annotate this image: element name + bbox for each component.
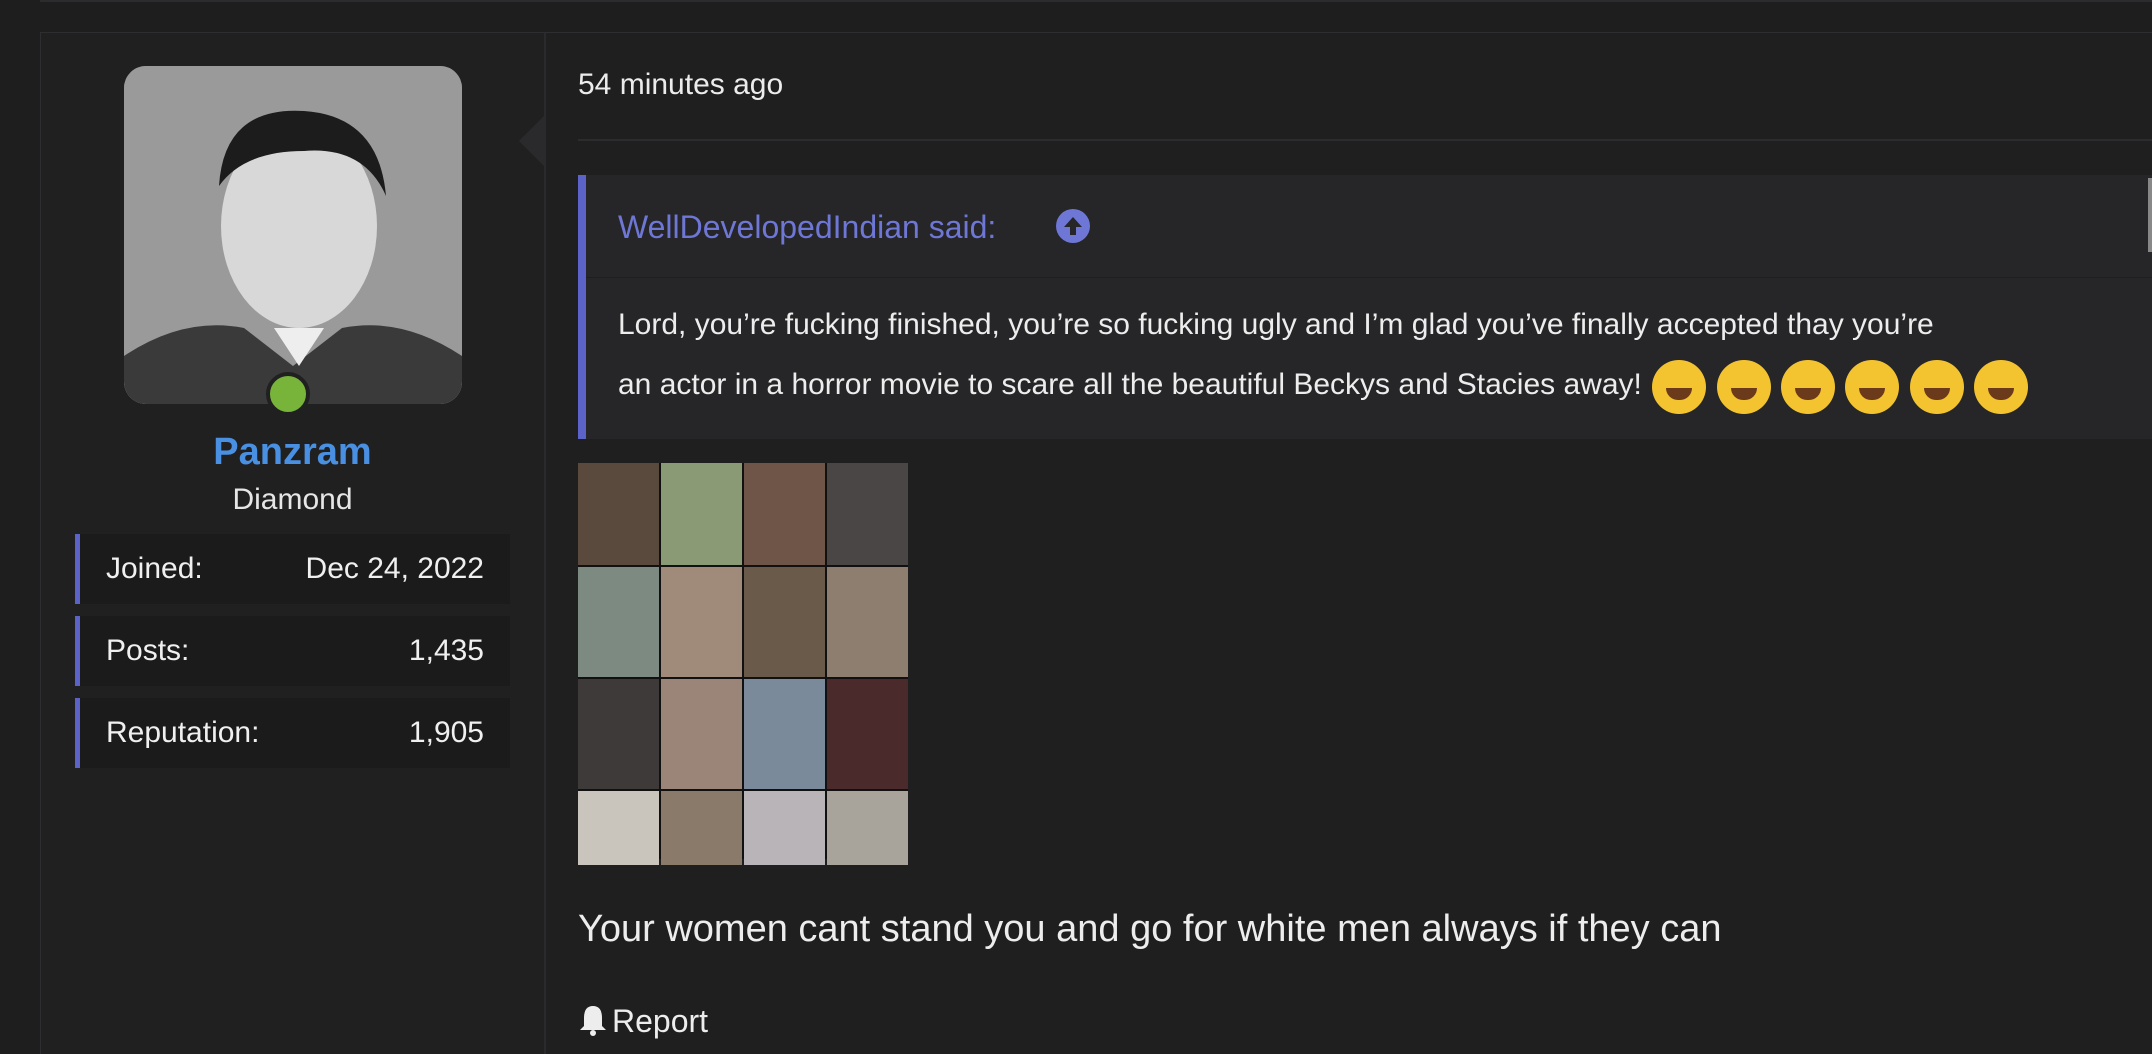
scrollbar-thumb[interactable] (2148, 178, 2152, 252)
collage-tile (661, 791, 742, 865)
quote-header: WellDevelopedIndian said: (586, 175, 2152, 278)
attached-image-collage[interactable] (578, 463, 908, 865)
quote-text: Lord, you’re fucking finished, you’re so… (618, 295, 2152, 416)
stat-value: 1,435 (408, 634, 484, 667)
stat-joined: Joined: Dec 24, 2022 (75, 534, 510, 604)
stat-reputation: Reputation: 1,905 (75, 698, 510, 768)
pane-arrow (519, 115, 545, 167)
stat-value: 1,905 (408, 716, 484, 749)
collage-tile (578, 791, 659, 865)
avatar[interactable] (124, 66, 462, 404)
user-title: Diamond (232, 483, 353, 516)
username[interactable]: Panzram (41, 431, 544, 474)
stat-posts: Posts: 1,435 (75, 616, 510, 686)
user-info-pane: Panzram Diamond Joined: Dec 24, 2022 Pos… (41, 33, 546, 1054)
collage-tile (744, 679, 825, 789)
arrow-up-circle-icon[interactable] (1056, 209, 1090, 243)
collage-tile (744, 463, 825, 565)
rofl-emoji-icon (1652, 360, 1707, 415)
rofl-emoji-icon (1909, 360, 1964, 415)
grin-emoji-icon (1716, 360, 1771, 415)
forum-post: Panzram Diamond Joined: Dec 24, 2022 Pos… (40, 32, 2152, 1054)
grin-emoji-icon (1973, 360, 2028, 415)
stat-label: Reputation: (106, 716, 260, 749)
post-body: Your women cant stand you and go for whi… (578, 908, 1722, 950)
collage-tile (827, 463, 908, 565)
quote-block: WellDevelopedIndian said: Lord, you’re f… (578, 175, 2152, 439)
top-divider (40, 0, 2152, 2)
stat-label: Joined: (106, 552, 203, 585)
quote-line-1: Lord, you’re fucking finished, you’re so… (618, 308, 1934, 341)
report-label: Report (612, 1003, 709, 1039)
collage-tile (578, 679, 659, 789)
report-button[interactable]: Report (578, 1003, 708, 1040)
rofl-emoji-icon (1845, 360, 1900, 415)
collage-tile (744, 791, 825, 865)
post-main: 54 minutes ago WellDevelopedIndian said:… (544, 33, 2152, 1054)
bell-icon (580, 1006, 606, 1036)
collage-tile (827, 679, 908, 789)
emoji-row (1650, 356, 2028, 416)
collage-tile (661, 463, 742, 565)
stat-value: Dec 24, 2022 (305, 552, 484, 585)
collage-tile (661, 679, 742, 789)
collage-tile (827, 791, 908, 865)
collage-tile (578, 463, 659, 565)
post-timestamp[interactable]: 54 minutes ago (578, 68, 783, 102)
quote-author-link[interactable]: WellDevelopedIndian said: (618, 209, 996, 246)
collage-tile (578, 567, 659, 677)
rofl-emoji-icon (1780, 360, 1835, 415)
collage-tile (744, 567, 825, 677)
stat-label: Posts: (106, 634, 190, 667)
collage-tile (827, 567, 908, 677)
divider (578, 139, 2152, 141)
quote-line-2: an actor in a horror movie to scare all … (618, 368, 1642, 401)
collage-tile (661, 567, 742, 677)
online-status-indicator (266, 372, 310, 416)
